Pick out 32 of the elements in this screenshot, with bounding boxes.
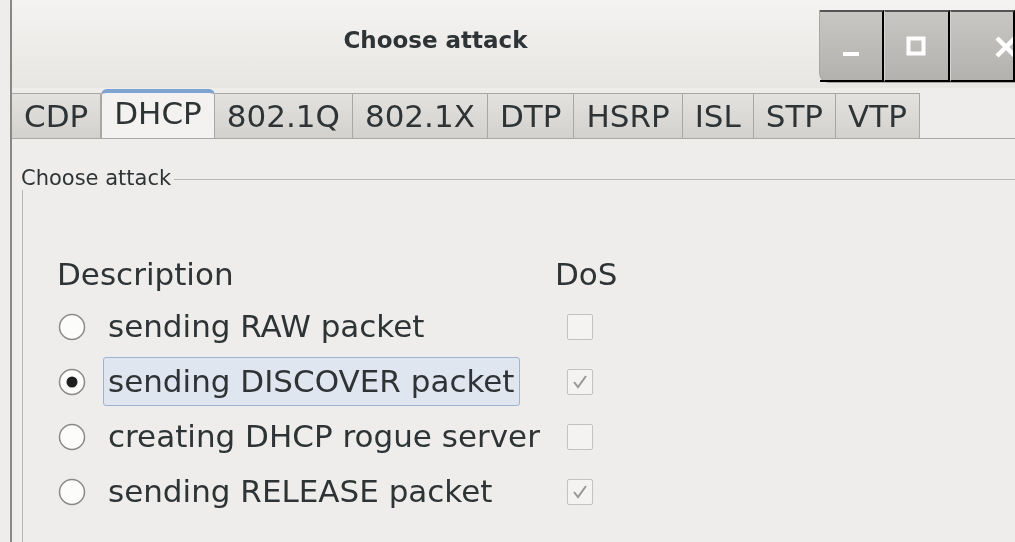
check-icon bbox=[572, 373, 588, 390]
tab[interactable]: ISL bbox=[682, 93, 754, 138]
frame-title: Choose attack bbox=[21, 166, 175, 190]
tab[interactable]: DTP bbox=[487, 93, 575, 138]
tab[interactable]: VTP bbox=[836, 93, 920, 138]
tab[interactable]: DHCP bbox=[101, 89, 215, 138]
close-button[interactable] bbox=[949, 10, 1015, 82]
check-icon bbox=[572, 483, 588, 500]
attack-label[interactable]: creating DHCP rogue server bbox=[103, 412, 545, 461]
column-header: Description bbox=[57, 256, 235, 292]
attack-label[interactable]: sending RAW packet bbox=[103, 302, 430, 351]
radio-button[interactable] bbox=[57, 476, 87, 507]
tab[interactable]: CDP bbox=[12, 93, 102, 138]
minimize-button[interactable] bbox=[820, 10, 885, 82]
dos-checkbox[interactable] bbox=[567, 368, 593, 395]
dos-checkbox[interactable] bbox=[567, 313, 593, 340]
dos-checkbox[interactable] bbox=[567, 423, 593, 450]
tab[interactable]: HSRP bbox=[574, 93, 683, 138]
radio-button[interactable] bbox=[57, 366, 87, 397]
radio-button[interactable] bbox=[57, 421, 87, 452]
minimize-icon bbox=[843, 52, 860, 56]
column-header: DoS bbox=[555, 256, 619, 292]
maximize-icon bbox=[905, 35, 928, 57]
window-title: Choose attack bbox=[342, 26, 529, 53]
tab[interactable]: STP bbox=[753, 93, 837, 138]
radio-button[interactable] bbox=[57, 311, 87, 342]
tab[interactable]: 802.1X bbox=[352, 93, 488, 138]
attack-label[interactable]: sending RELEASE packet bbox=[103, 467, 498, 516]
dos-checkbox[interactable] bbox=[567, 478, 593, 505]
tab[interactable]: 802.1Q bbox=[214, 93, 353, 138]
maximize-button[interactable] bbox=[884, 10, 950, 82]
attack-label[interactable]: sending DISCOVER packet bbox=[103, 357, 520, 406]
